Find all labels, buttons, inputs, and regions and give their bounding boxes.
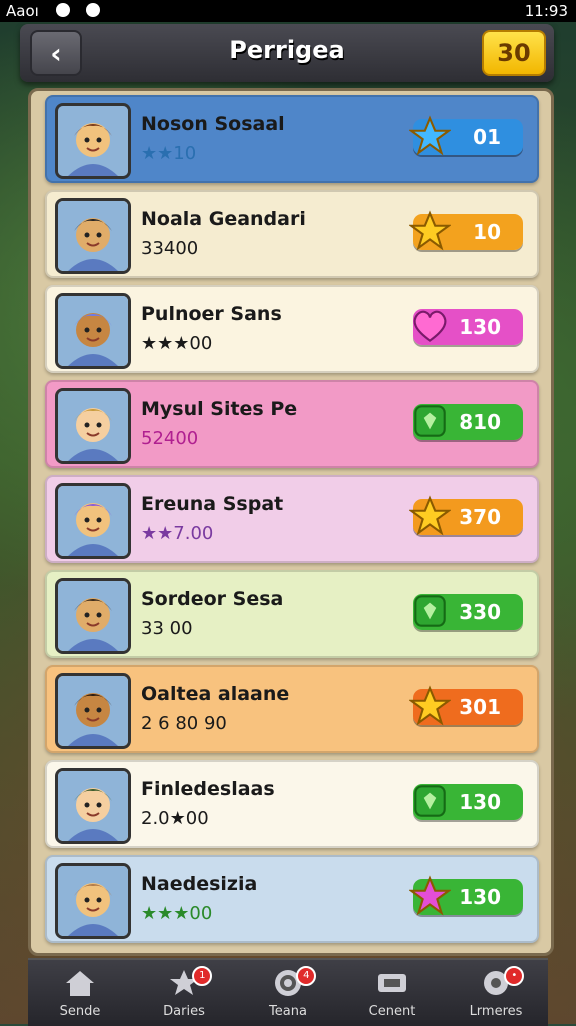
reward-label: 370: [459, 505, 501, 529]
player-score: 33400: [141, 238, 199, 259]
player-avatar: [55, 768, 131, 844]
reward-label: 01: [473, 125, 501, 149]
reward-button[interactable]: 130: [413, 784, 523, 820]
home-icon: [63, 968, 97, 998]
notification-badge: 1: [192, 966, 213, 986]
leaderboard-row[interactable]: Sordeor Sesa 33 00 330: [45, 570, 539, 658]
nav-label: Cenent: [368, 1004, 416, 1019]
player-name: Naedesizia: [141, 873, 258, 895]
bottom-nav: Sende 1 Daries 4 Teana Cenent • Lrmeres: [28, 958, 548, 1026]
nav-item[interactable]: • Lrmeres: [444, 960, 548, 1026]
leaderboard-row[interactable]: Noson Sosaal ★★10 01: [45, 95, 539, 183]
player-name: Noala Geandari: [141, 208, 306, 230]
clock: 11:93: [524, 2, 568, 20]
leaderboard-row[interactable]: Finledeslaas 2.0★00 130: [45, 760, 539, 848]
app-icon: [86, 3, 100, 17]
reward-button[interactable]: 130: [407, 875, 523, 916]
player-score: ★★10: [141, 143, 197, 164]
star-icon: [407, 875, 453, 917]
nav-label: Lrmeres: [469, 1004, 523, 1019]
star-icon: [407, 115, 453, 157]
player-avatar: [55, 673, 131, 749]
status-bar: Aaoı 11:93: [0, 0, 576, 22]
player-score: 33 00: [141, 618, 193, 639]
player-score: 2 6 80 90: [141, 713, 227, 734]
player-name: Noson Sosaal: [141, 113, 285, 135]
player-name: Finledeslaas: [141, 778, 275, 800]
reward-label: 810: [459, 410, 501, 434]
nav-item[interactable]: Sende: [28, 960, 132, 1026]
reward-label: 301: [459, 695, 501, 719]
nav-label: Teana: [269, 1004, 307, 1019]
player-score: ★★7.00: [141, 523, 214, 544]
leaderboard-row[interactable]: Naedesizia ★★★00 130: [45, 855, 539, 943]
player-score: ★★★00: [141, 333, 213, 354]
reward-label: 130: [459, 885, 501, 909]
reward-label: 10: [473, 220, 501, 244]
nav-item[interactable]: Cenent: [340, 960, 444, 1026]
leaderboard-row[interactable]: Ereuna Sspat ★★7.00 370: [45, 475, 539, 563]
reward-label: 130: [459, 790, 501, 814]
nav-item[interactable]: 1 Daries: [132, 960, 236, 1026]
leaderboard-row[interactable]: Pulnoer Sans ★★★00 130: [45, 285, 539, 373]
reward-button[interactable]: 301: [407, 685, 523, 726]
reward-button[interactable]: 130: [413, 309, 523, 345]
carrier-label: Aaoı: [6, 2, 39, 20]
leaderboard-row[interactable]: Oaltea alaane 2 6 80 90 301: [45, 665, 539, 753]
player-avatar: [55, 198, 131, 274]
gem-icon: [409, 590, 451, 632]
player-score: ★★★00: [141, 903, 213, 924]
player-name: Ereuna Sspat: [141, 493, 284, 515]
heart-icon: [409, 305, 451, 347]
notification-icon: [56, 3, 70, 17]
player-avatar: [55, 863, 131, 939]
player-avatar: [55, 578, 131, 654]
notification-badge: 4: [296, 966, 317, 986]
player-avatar: [55, 103, 131, 179]
gem-icon: [409, 400, 451, 442]
reward-button[interactable]: 370: [407, 495, 523, 536]
reward-label: 330: [459, 600, 501, 624]
reward-label: 130: [459, 315, 501, 339]
player-name: Pulnoer Sans: [141, 303, 282, 325]
player-avatar: [55, 388, 131, 464]
nav-label: Daries: [163, 1004, 205, 1019]
gem-icon: [409, 780, 451, 822]
reward-button[interactable]: 01: [407, 115, 523, 156]
star-icon: [407, 685, 453, 727]
coin-counter[interactable]: 30: [482, 30, 546, 76]
player-name: Mysul Sites Pe: [141, 398, 298, 420]
leaderboard-row[interactable]: Noala Geandari 33400 10: [45, 190, 539, 278]
star-icon: [407, 210, 453, 252]
player-score: 52400: [141, 428, 199, 449]
player-avatar: [55, 483, 131, 559]
nav-item[interactable]: 4 Teana: [236, 960, 340, 1026]
reward-button[interactable]: 10: [407, 210, 523, 251]
leaderboard-panel: Noson Sosaal ★★10 01 Noala Geandari 33400 10 P…: [28, 88, 554, 956]
star-icon: [407, 495, 453, 537]
player-score: 2.0★00: [141, 808, 209, 829]
page-title: Perrigea: [229, 36, 345, 64]
player-avatar: [55, 293, 131, 369]
reward-button[interactable]: 810: [413, 404, 523, 440]
ticket-icon: [375, 968, 409, 998]
player-name: Oaltea alaane: [141, 683, 290, 705]
notification-badge: •: [504, 966, 525, 986]
reward-button[interactable]: 330: [413, 594, 523, 630]
player-name: Sordeor Sesa: [141, 588, 284, 610]
top-bar: ‹ Perrigea 30: [20, 24, 554, 82]
leaderboard-row[interactable]: Mysul Sites Pe 52400 810: [45, 380, 539, 468]
nav-label: Sende: [59, 1004, 101, 1019]
